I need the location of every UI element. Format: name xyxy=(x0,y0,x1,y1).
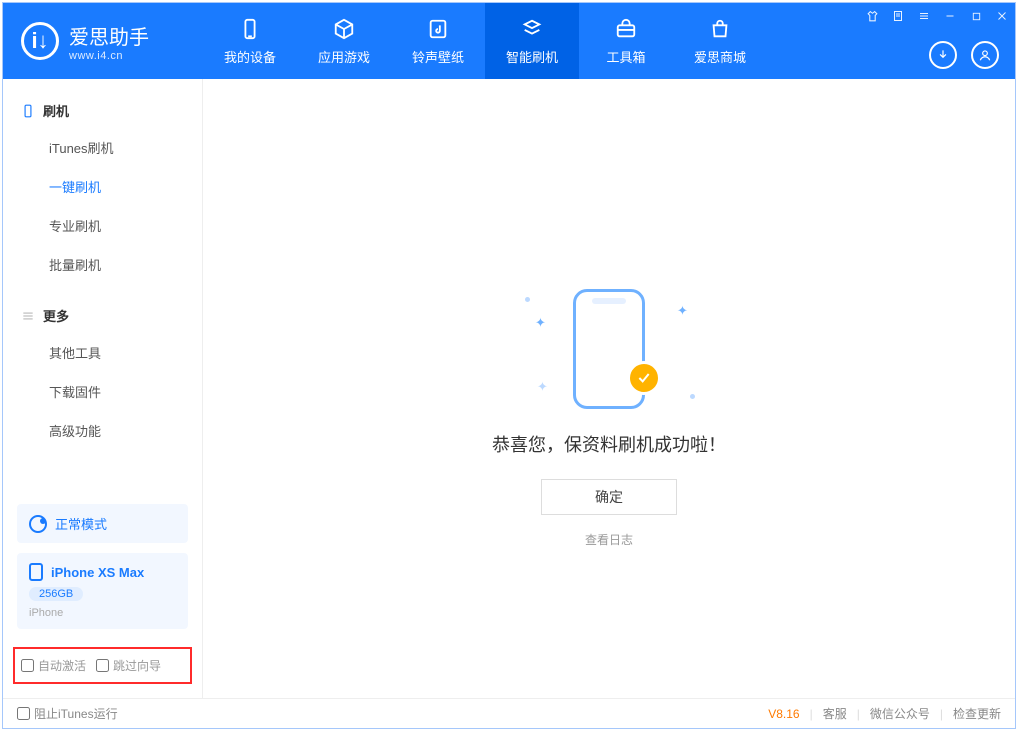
mode-box[interactable]: 正常模式 xyxy=(17,504,188,543)
nav-smart-flash[interactable]: 智能刷机 xyxy=(485,3,579,79)
auto-activate-checkbox[interactable]: 自动激活 xyxy=(21,657,86,674)
skip-guide-label: 跳过向导 xyxy=(113,657,161,674)
device-capacity: 256GB xyxy=(29,587,83,601)
toolbox-icon xyxy=(614,17,638,41)
sidebar-group-more: 更多 xyxy=(3,298,202,333)
brand-url: www.i4.cn xyxy=(69,50,149,62)
success-message: 恭喜您，保资料刷机成功啦！ xyxy=(492,431,726,457)
sidebar-item-other-tools[interactable]: 其他工具 xyxy=(3,333,202,372)
check-update-link[interactable]: 检查更新 xyxy=(953,705,1001,722)
success-illustration: ✦✦✦ xyxy=(519,289,699,409)
sidebar-group-flash: 刷机 xyxy=(3,93,202,128)
device-icon xyxy=(238,17,262,41)
block-itunes-checkbox[interactable]: 阻止iTunes运行 xyxy=(17,705,118,722)
phone-icon xyxy=(29,563,43,581)
cube-icon xyxy=(332,17,356,41)
header-actions xyxy=(929,41,999,69)
main-pane: ✦✦✦ 恭喜您，保资料刷机成功啦！ 确定 查看日志 xyxy=(203,79,1015,698)
options-box: 自动激活 跳过向导 xyxy=(13,647,192,684)
minimize-button[interactable] xyxy=(943,9,957,23)
nav-ring-wallpaper[interactable]: 铃声壁纸 xyxy=(391,3,485,79)
sidebar-item-onekey-flash[interactable]: 一键刷机 xyxy=(3,167,202,206)
nav-toolbox[interactable]: 工具箱 xyxy=(579,3,673,79)
statusbar: 阻止iTunes运行 V8.16 | 客服 | 微信公众号 | 检查更新 xyxy=(3,698,1015,728)
nav-label: 应用游戏 xyxy=(318,47,370,66)
nav-label: 我的设备 xyxy=(224,47,276,66)
list-icon xyxy=(21,309,35,323)
nav-apps-games[interactable]: 应用游戏 xyxy=(297,3,391,79)
menu-icon[interactable] xyxy=(917,9,931,23)
window-controls xyxy=(865,9,1009,23)
music-icon xyxy=(426,17,450,41)
nav-label: 智能刷机 xyxy=(506,47,558,66)
bag-icon xyxy=(708,17,732,41)
check-icon xyxy=(627,361,661,395)
nav-tabs: 我的设备 应用游戏 铃声壁纸 智能刷机 xyxy=(203,3,767,79)
block-itunes-label: 阻止iTunes运行 xyxy=(34,705,118,722)
skip-guide-checkbox[interactable]: 跳过向导 xyxy=(96,657,161,674)
download-button[interactable] xyxy=(929,41,957,69)
titlebar: i↓ 爱思助手 www.i4.cn 我的设备 应用游戏 xyxy=(3,3,1015,79)
nav-label: 铃声壁纸 xyxy=(412,47,464,66)
shirt-icon[interactable] xyxy=(865,9,879,23)
nav-my-device[interactable]: 我的设备 xyxy=(203,3,297,79)
sidebar-item-pro-flash[interactable]: 专业刷机 xyxy=(3,206,202,245)
sidebar: 刷机 iTunes刷机 一键刷机 专业刷机 批量刷机 更多 其他工具 下载固件 … xyxy=(3,79,203,698)
view-log-link[interactable]: 查看日志 xyxy=(585,531,633,548)
close-button[interactable] xyxy=(995,9,1009,23)
device-box[interactable]: iPhone XS Max 256GB iPhone xyxy=(17,553,188,629)
auto-activate-label: 自动激活 xyxy=(38,657,86,674)
sidebar-item-download-firmware[interactable]: 下载固件 xyxy=(3,372,202,411)
device-platform: iPhone xyxy=(29,607,176,619)
nav-store[interactable]: 爱思商城 xyxy=(673,3,767,79)
sidebar-item-advanced[interactable]: 高级功能 xyxy=(3,411,202,450)
ok-button[interactable]: 确定 xyxy=(541,479,677,515)
nav-label: 爱思商城 xyxy=(694,47,746,66)
note-icon[interactable] xyxy=(891,9,905,23)
sidebar-item-itunes-flash[interactable]: iTunes刷机 xyxy=(3,128,202,167)
maximize-button[interactable] xyxy=(969,9,983,23)
group-title: 更多 xyxy=(43,306,69,325)
group-title: 刷机 xyxy=(43,101,69,120)
support-link[interactable]: 客服 xyxy=(823,705,847,722)
user-button[interactable] xyxy=(971,41,999,69)
version-label: V8.16 xyxy=(768,707,799,721)
logo-icon: i↓ xyxy=(21,22,59,60)
logo: i↓ 爱思助手 www.i4.cn xyxy=(3,3,203,79)
phone-icon xyxy=(21,104,35,118)
wechat-link[interactable]: 微信公众号 xyxy=(870,705,930,722)
mode-icon xyxy=(29,515,47,533)
mode-label: 正常模式 xyxy=(55,514,107,533)
device-name: iPhone XS Max xyxy=(51,565,144,580)
brand-name: 爱思助手 xyxy=(69,21,149,50)
sidebar-item-batch-flash[interactable]: 批量刷机 xyxy=(3,245,202,284)
nav-label: 工具箱 xyxy=(606,47,645,66)
refresh-icon xyxy=(520,17,544,41)
